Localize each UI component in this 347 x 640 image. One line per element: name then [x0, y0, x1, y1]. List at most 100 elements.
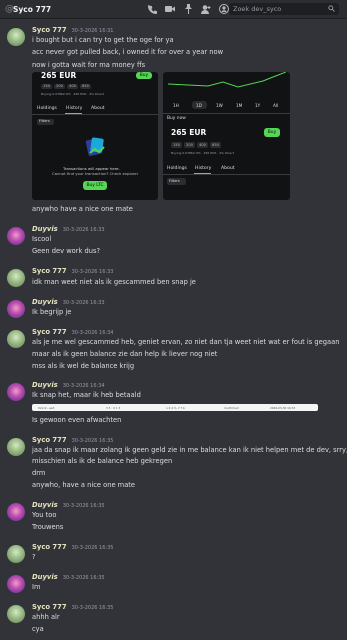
message-text: maar als ik geen balance zie dan help ik…: [32, 350, 218, 358]
at-icon: @: [5, 4, 14, 14]
video-icon[interactable]: [165, 3, 175, 15]
balance-text: 265 EUR: [41, 72, 77, 80]
message-header: Syco 777 30-3-2026 16:35: [32, 603, 113, 611]
message-text: ?: [32, 553, 36, 561]
tx-cell: 3 3 · 0 1 3: [106, 406, 121, 410]
message-text: Trouwens: [32, 523, 64, 531]
buy-now-label: Buy now: [167, 116, 186, 121]
tab-history: History: [195, 166, 212, 171]
message-text: misschien als ik de balance heb gekregen: [32, 457, 173, 465]
empty-illustration-icon: [85, 137, 105, 156]
timestamp: 30-3-2026 16:31: [71, 28, 114, 34]
profile-icon[interactable]: [219, 3, 229, 15]
channel-title: Syco 777: [13, 4, 52, 14]
avatar[interactable]: [7, 503, 25, 521]
buy-note: Buying 0.07862 LTC · 265 EUR · 4% Direct: [41, 92, 104, 96]
amount-pill: 200: [184, 142, 195, 148]
tab-history: History: [66, 106, 83, 111]
avatar[interactable]: [7, 545, 25, 563]
range-1m: 1M: [236, 103, 243, 108]
balance-text: 265 EUR: [171, 128, 207, 137]
tab-about: About: [221, 166, 235, 171]
avatar[interactable]: [7, 28, 25, 46]
message-header: Syco 777 30-3-2026 16:35: [32, 543, 113, 551]
range-1h: 1H: [173, 103, 179, 108]
message-text: Geen dev work dus?: [32, 247, 101, 255]
search-icon: [328, 5, 335, 14]
amount-pill: 400: [197, 142, 208, 148]
author-name[interactable]: Duyvis: [32, 501, 58, 509]
tab-about: About: [91, 106, 105, 111]
message-text: i bought but i can try to get the oge fo…: [32, 36, 174, 44]
range-1w: 1W: [216, 103, 223, 108]
pin-icon[interactable]: [183, 3, 193, 15]
tab-holdings: Holdings: [167, 166, 187, 171]
avatar[interactable]: [7, 575, 25, 593]
message-text: Iscool: [32, 235, 52, 243]
author-name[interactable]: Duyvis: [32, 381, 58, 389]
author-name[interactable]: Duyvis: [32, 225, 58, 233]
message-text: acc never got pulled back, i owned it fo…: [32, 48, 224, 56]
timestamp: 30-3-2026 16:35: [71, 605, 114, 611]
message-text: Im: [32, 583, 41, 591]
timestamp: 30-3-2026 16:35: [62, 503, 105, 509]
message-text: Ik snap het, maar ik heb betaald: [32, 391, 141, 399]
amount-pill: 850: [80, 84, 91, 89]
timestamp: 30-3-2026 16:34: [62, 383, 105, 389]
header-toolbar: [147, 3, 237, 15]
author-name[interactable]: Syco 777: [32, 26, 67, 34]
divider: [163, 113, 290, 114]
call-icon[interactable]: [147, 3, 157, 15]
author-name[interactable]: Syco 777: [32, 603, 67, 611]
divider: [163, 174, 290, 175]
timestamp: 30-3-2026 16:35: [62, 575, 105, 581]
timestamp: 30-3-2026 16:34: [71, 330, 114, 336]
range-1y: 1Y: [255, 103, 261, 108]
message-text: idk man weet niet als ik gescammed ben s…: [32, 278, 196, 286]
image-attachment-left[interactable]: 265 EUR Buy 150 200 400 850 Buying 0.078…: [32, 72, 158, 200]
tx-cell: 0x1c2...ae3: [38, 406, 55, 410]
message-header: Duyvis 30-3-2026 16:33: [32, 225, 105, 233]
filter-button: Filters: [167, 178, 186, 185]
author-name[interactable]: Syco 777: [32, 543, 67, 551]
search-input[interactable]: Zoek dev_syco: [229, 3, 339, 15]
image-attachment-right[interactable]: 1H 1D 1W 1M 1Y All Buy now 265 EUR Buy 1…: [163, 72, 290, 200]
author-name[interactable]: Duyvis: [32, 573, 58, 581]
message-text: als je me wel gescammed heb, geniet erva…: [32, 338, 340, 346]
avatar[interactable]: [7, 383, 25, 401]
message-header: Duyvis 30-3-2026 16:35: [32, 501, 105, 509]
author-name[interactable]: Syco 777: [32, 328, 67, 336]
message-text: drm: [32, 469, 46, 477]
message-text: anywho, have a nice one mate: [32, 481, 136, 489]
avatar[interactable]: [7, 269, 25, 287]
price-sparkline: [168, 72, 286, 88]
divider: [32, 114, 158, 115]
add-friend-icon[interactable]: [201, 3, 211, 15]
avatar[interactable]: [7, 330, 25, 348]
message-text: cya: [32, 625, 44, 633]
filter-label: Filters: [169, 179, 180, 183]
buy-button: Buy: [264, 128, 280, 137]
message-text: ahhh alr: [32, 613, 60, 621]
avatar[interactable]: [7, 300, 25, 318]
range-all: All: [273, 103, 279, 108]
amount-pill: 150: [41, 84, 52, 89]
message-text: mss als ik wel de balance krijg: [32, 362, 135, 370]
avatar[interactable]: [7, 438, 25, 456]
author-name[interactable]: Syco 777: [32, 267, 67, 275]
timestamp: 30-3-2026 16:33: [71, 269, 114, 275]
message-text: Ik begrijp je: [32, 308, 72, 316]
range-1d: 1D: [196, 103, 202, 108]
message-header: Duyvis 30-3-2026 16:34: [32, 381, 105, 389]
transaction-image-attachment[interactable]: 0x1c2...ae3 3 3 · 0 1 3 n 0 4 3...f 7 b …: [32, 404, 318, 411]
avatar[interactable]: [7, 227, 25, 245]
message-text: jaa da snap ik maar zolang ik geen geld …: [32, 446, 347, 454]
message-header: Syco 777 30-3-2026 16:31: [32, 26, 113, 34]
buy-ltc-button: Buy LTC: [83, 181, 107, 190]
author-name[interactable]: Duyvis: [32, 298, 58, 306]
message-header: Syco 777 30-3-2026 16:33: [32, 267, 113, 275]
buy-button: Buy: [136, 72, 152, 79]
avatar[interactable]: [7, 605, 25, 623]
tx-cell: n 0 4 3...f 7 b: [166, 406, 185, 410]
author-name[interactable]: Syco 777: [32, 436, 67, 444]
